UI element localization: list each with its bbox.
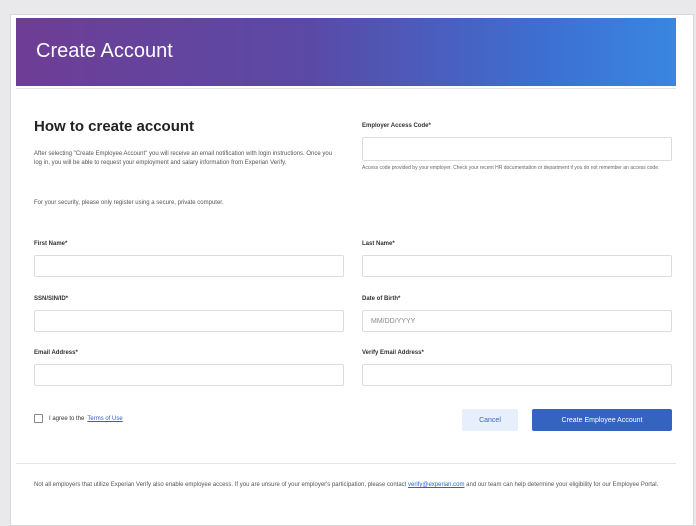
first-name-label: First Name* [34,241,68,247]
terms-checkbox[interactable] [34,414,43,423]
cancel-button[interactable]: Cancel [462,409,518,431]
last-name-label: Last Name* [362,241,395,247]
security-note: For your security, please only register … [34,200,224,206]
instructions-paragraph: After selecting "Create Employee Account… [34,151,333,166]
employer-code-label: Employer Access Code* [362,123,431,129]
instructions-title: How to create account [34,118,195,135]
dob-input[interactable] [362,310,672,332]
support-email-link[interactable]: verify@experian.com [408,482,464,488]
email-label: Email Address* [34,350,78,356]
footer-divider [16,463,676,464]
page-title: Create Account [36,40,173,62]
verify-email-label: Verify Email Address* [362,350,424,356]
employer-code-hint: Access code provided by your employer. C… [362,165,660,171]
ssn-input[interactable] [34,310,344,332]
footer-text-after: and our team can help determine your eli… [466,482,659,488]
terms-of-use-link[interactable]: Terms of Use [87,416,122,422]
verify-email-input[interactable] [362,364,672,386]
email-input[interactable] [34,364,344,386]
dob-label: Date of Birth* [362,296,401,302]
employer-code-input[interactable] [362,137,672,161]
ssn-label: SSN/SIN/ID* [34,296,69,302]
footer-note: Not all employers that utilize Experian … [34,480,674,490]
terms-label: I agree to the [49,415,85,422]
page-banner: Create Account [16,18,676,86]
banner-divider [16,88,676,89]
first-name-input[interactable] [34,255,344,277]
create-employee-account-button[interactable]: Create Employee Account [532,409,672,431]
last-name-input[interactable] [362,255,672,277]
terms-row: I agree to the Terms of Use [34,414,123,423]
footer-text-before: Not all employers that utilize Experian … [34,482,407,488]
